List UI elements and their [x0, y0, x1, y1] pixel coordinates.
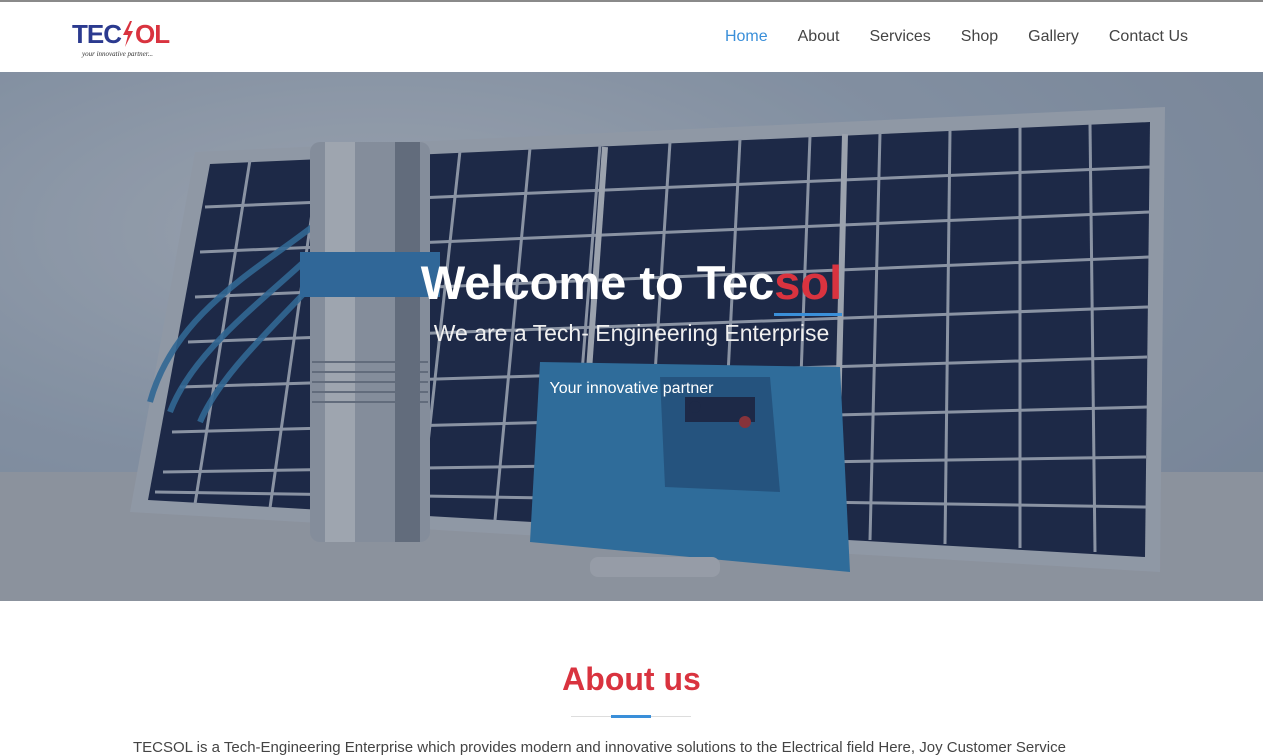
main-nav: Home About Services Shop Gallery Contact… — [695, 2, 1188, 72]
hero-title-prefix: Welcome to Tec — [420, 256, 775, 309]
hero-subtitle: We are a Tech- Engineering Enterprise — [433, 320, 830, 346]
hero-title-accent: sol — [774, 256, 843, 316]
brand-logo[interactable]: TEC OL your innovative partner... — [72, 20, 182, 66]
nav-about[interactable]: About — [798, 2, 840, 72]
nav-shop[interactable]: Shop — [961, 2, 998, 72]
about-text: TECSOL is a Tech-Engineering Enterprise … — [133, 739, 1066, 756]
about-section: About us TECSOL is a Tech-Engineering En… — [0, 601, 1263, 756]
section-divider — [571, 715, 691, 718]
hero-title: Welcome to Tecsol — [0, 255, 1263, 316]
hero-banner: Welcome to Tecsol We are a Tech- Enginee… — [0, 72, 1263, 601]
logo-tagline: your innovative partner... — [82, 50, 153, 58]
logo-text-tec: TEC — [72, 19, 122, 49]
hero-tagline: Your innovative partner — [549, 380, 714, 397]
logo-text-ol: OL — [135, 19, 170, 49]
site-header: TEC OL your innovative partner... Home A… — [0, 2, 1263, 72]
lightning-bolt-icon — [123, 21, 133, 47]
nav-gallery[interactable]: Gallery — [1028, 2, 1079, 72]
nav-home[interactable]: Home — [725, 2, 768, 72]
nav-contact-us[interactable]: Contact Us — [1109, 2, 1188, 72]
nav-services[interactable]: Services — [869, 2, 930, 72]
about-heading: About us — [562, 661, 701, 697]
